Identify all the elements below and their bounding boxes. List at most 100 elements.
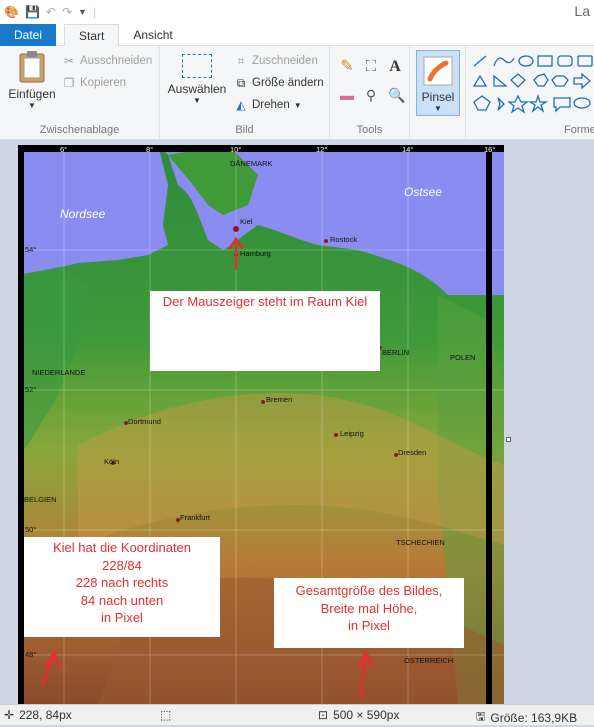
paint-app-icon[interactable]: 🎨 [4, 5, 19, 19]
rotate-button[interactable]: ◭ Drehen ▼ [234, 98, 301, 112]
tab-file[interactable]: Datei [0, 24, 57, 46]
callout-line: Breite mal Höhe, [320, 600, 418, 616]
lon-tick: 16° [484, 145, 496, 154]
fill-bucket-icon[interactable]: ⛶ [364, 59, 378, 74]
lon-tick: 6° [60, 145, 68, 154]
undo-icon[interactable]: ↶ [46, 5, 56, 19]
lon-tick: 12° [316, 145, 328, 154]
shapes-group: Forme [466, 46, 594, 140]
country-label: TSCHECHIEN [396, 538, 445, 547]
customize-dropdown-icon[interactable]: ▼ [78, 7, 87, 17]
chevron-down-icon: ▼ [28, 101, 36, 110]
cursor-position: ✛ 228, 84px [4, 708, 72, 722]
brush-button[interactable]: Pinsel ▼ [416, 50, 460, 116]
map-frame-top [18, 145, 504, 152]
selection-rectangle-icon [182, 54, 212, 78]
pencil-icon[interactable]: ✎ [340, 59, 354, 75]
chevron-down-icon: ▼ [434, 104, 442, 113]
resize-handle-right[interactable] [506, 437, 511, 442]
selection-size: ⬚ [160, 708, 171, 722]
text-icon[interactable]: A [388, 59, 402, 75]
cut-label: Ausschneiden [80, 55, 153, 67]
status-bar: ✛ 228, 84px ⬚ ⊡ 500 × 590px 🖫 Größe: 163… [0, 704, 594, 725]
disk-icon: 🖫 [476, 711, 486, 723]
city-label: Köln [104, 457, 120, 466]
city-label: Frankfurt [180, 513, 211, 522]
callout-line: 228 nach rechts [75, 575, 169, 591]
cut-button[interactable]: ✂ Ausschneiden [62, 54, 152, 68]
tab-start[interactable]: Start [64, 24, 120, 47]
shapes-gallery[interactable] [470, 52, 594, 118]
country-label: POLEN [450, 353, 476, 362]
clipboard-group-label: Zwischenablage [39, 124, 120, 136]
dimensions-icon: ⊡ [318, 708, 329, 722]
resize-label: Größe ändern [252, 77, 324, 89]
crop-button[interactable]: ⌗ Zuschneiden [234, 54, 318, 68]
clipboard-icon [19, 51, 45, 83]
scissors-icon: ✂ [63, 54, 75, 68]
lon-tick: 8° [146, 145, 154, 154]
lat-tick: 50° [25, 525, 37, 534]
lon-tick: 14° [402, 145, 414, 154]
country-label: NIEDERLANDE [32, 368, 86, 377]
select-label: Auswählen [167, 82, 227, 96]
image-group: Auswählen ▼ ⌗ Zuschneiden ⧉ Größe ändern… [160, 46, 330, 140]
city-label: BERLIN [382, 348, 410, 357]
lat-tick: 52° [25, 385, 37, 394]
tools-group: ✎ ⛶ A ▬ ⚲ 🔍 Tools [330, 46, 410, 140]
lon-tick: 10° [230, 145, 242, 154]
paste-button[interactable]: Einfügen ▼ [4, 50, 60, 110]
crop-icon: ⌗ [237, 54, 245, 68]
cursor-position-value: 228, 84px [19, 708, 72, 722]
callout-line: in Pixel [348, 618, 390, 634]
callout-text: Der Mauszeiger steht im Raum Kiel [162, 294, 368, 309]
callout-line: Kiel hat die Koordinaten [52, 540, 192, 555]
city-label: Dortmund [128, 417, 161, 426]
coordinates-callout: Kiel hat die Koordinaten 228/84 228 nach… [24, 537, 220, 637]
city-label: Leipzig [340, 429, 364, 438]
title-bar: 🎨 💾 ↶ ↷ ▼ | La [0, 0, 594, 24]
clipboard-group: Einfügen ▼ ✂ Ausschneiden ❐ Kopieren Zwi… [0, 46, 160, 140]
copy-button[interactable]: ❐ Kopieren [62, 76, 126, 90]
redo-icon[interactable]: ↷ [62, 5, 72, 19]
copy-label: Kopieren [80, 77, 127, 89]
tab-view[interactable]: Ansicht [119, 24, 186, 46]
select-button[interactable]: Auswählen ▼ [164, 54, 230, 105]
image-dimensions: ⊡ 500 × 590px [318, 708, 399, 722]
callout-line: in Pixel [101, 610, 143, 626]
separator: | [92, 5, 97, 19]
copy-icon: ❐ [63, 76, 75, 90]
color-picker-icon[interactable]: ⚲ [364, 88, 378, 102]
image-size-callout: Gesamtgröße des Bildes, Breite mal Höhe,… [274, 578, 464, 648]
rotate-label: Drehen [252, 99, 290, 111]
country-label: ÖSTERREICH [404, 656, 454, 665]
paste-label: Einfügen [8, 87, 56, 101]
resize-icon: ⧉ [236, 76, 246, 90]
brush-group: Pinsel ▼ [410, 46, 466, 140]
save-icon[interactable]: 💾 [25, 5, 40, 19]
city-label: Bremen [266, 395, 293, 404]
mouse-position-callout: Der Mauszeiger steht im Raum Kiel [150, 291, 380, 371]
country-label: DÄNEMARK [230, 159, 273, 168]
country-label: BELGIEN [24, 495, 57, 504]
callout-line: Gesamtgröße des Bildes, [295, 583, 443, 598]
map-frame-right [486, 145, 492, 704]
crosshair-icon: ✛ [4, 708, 15, 722]
sea-label: Ostsee [404, 185, 443, 199]
rotate-icon: ◭ [236, 98, 246, 112]
image-canvas[interactable]: 6° 8° 10° 12° 14° 16° 54° 52° 50° 48° No… [18, 145, 504, 704]
eraser-icon[interactable]: ▬ [340, 88, 354, 102]
chevron-down-icon: ▼ [193, 96, 201, 105]
resize-button[interactable]: ⧉ Größe ändern [234, 76, 324, 90]
lat-tick: 48° [25, 650, 37, 659]
brush-icon [423, 56, 453, 86]
sea-label: Nordsee [60, 207, 106, 221]
ribbon-tabs: Datei Start Ansicht [0, 24, 594, 47]
file-size-value: Größe: 163,9KB [490, 710, 578, 725]
image-group-label: Bild [235, 124, 254, 136]
shapes-group-label: Forme [564, 124, 594, 136]
magnifier-icon[interactable]: 🔍 [388, 88, 405, 102]
ribbon: Einfügen ▼ ✂ Ausschneiden ❐ Kopieren Zwi… [0, 46, 594, 140]
callout-line: 84 nach unten [80, 592, 164, 608]
lat-tick: 54° [25, 245, 37, 254]
